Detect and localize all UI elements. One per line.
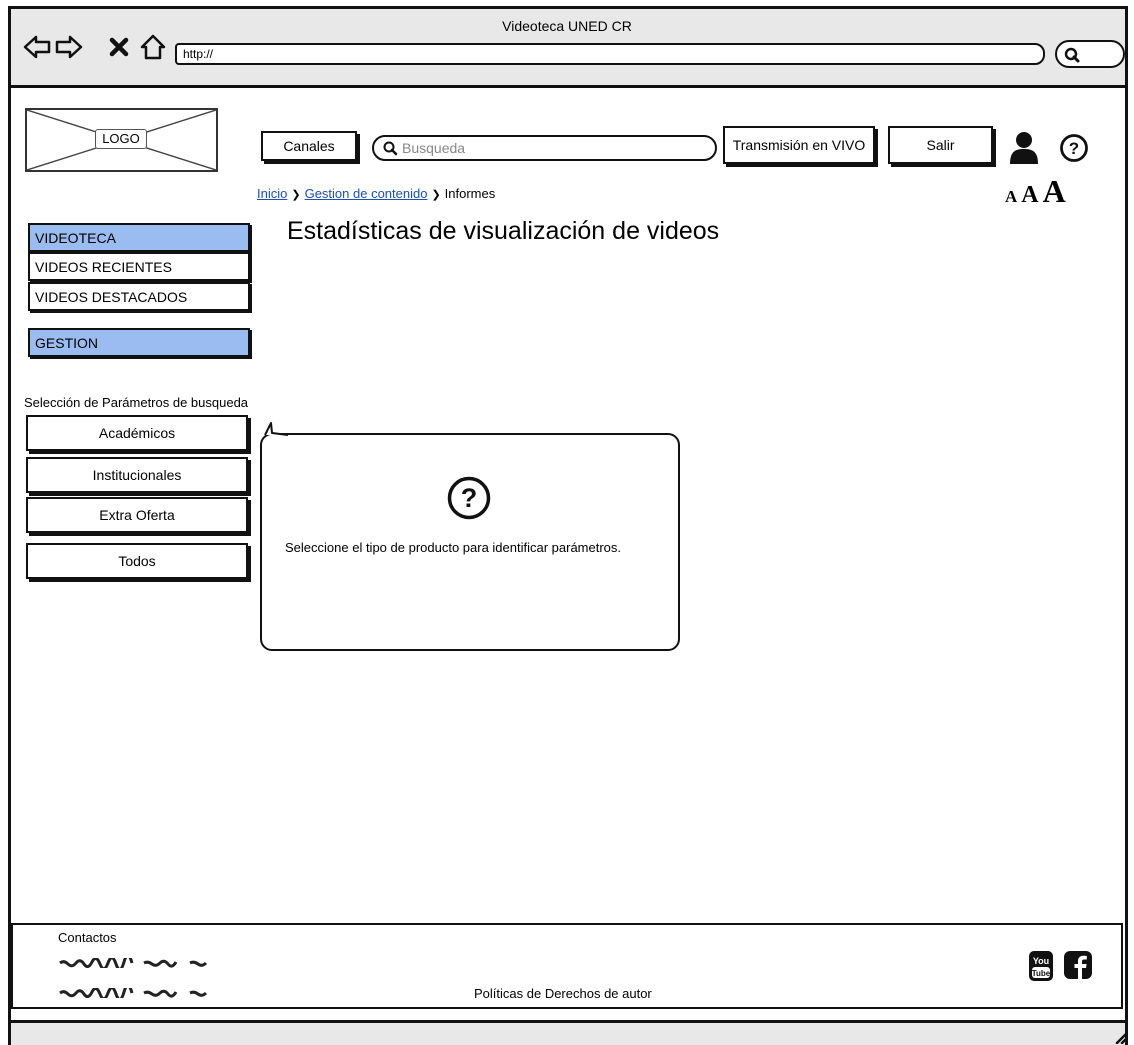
svg-text:Tube: Tube (1032, 969, 1051, 978)
status-bar (11, 1020, 1125, 1045)
todos-button[interactable]: Todos (26, 543, 248, 579)
svg-text:You: You (1033, 956, 1049, 966)
academicos-button[interactable]: Académicos (26, 415, 248, 451)
url-bar[interactable]: http:// (175, 43, 1045, 65)
forward-arrow-icon[interactable] (54, 33, 84, 61)
svg-text:?: ? (1069, 139, 1079, 158)
scribble-placeholder (59, 988, 208, 998)
browser-search-button[interactable] (1055, 40, 1125, 68)
page-title: Estadísticas de visualización de videos (287, 217, 720, 245)
callout-text: Seleccione el tipo de producto para iden… (285, 540, 622, 555)
sidebar-item-gestion[interactable]: GESTION (28, 328, 250, 357)
magnifier-icon (1064, 47, 1080, 63)
breadcrumb-link-gestion[interactable]: Gestion de contenido (305, 186, 428, 201)
chevron-right-icon: ❯ (431, 189, 441, 201)
home-icon[interactable] (138, 33, 168, 61)
help-icon[interactable]: ? (1059, 133, 1089, 163)
canales-button[interactable]: Canales (261, 131, 357, 161)
contactos-label: Contactos (58, 930, 117, 945)
sidebar-item-videos-destacados[interactable]: VIDEOS DESTACADOS (28, 282, 250, 311)
logo-label: LOGO (95, 129, 147, 149)
copyright-policies-link[interactable]: Políticas de Derechos de autor (474, 986, 652, 1001)
facebook-icon[interactable] (1063, 950, 1093, 980)
sidebar-item-videoteca[interactable]: VIDEOTECA (28, 223, 250, 252)
back-arrow-icon[interactable] (22, 33, 52, 61)
params-label: Selección de Parámetros de busqueda (24, 395, 249, 410)
breadcrumb-current: Informes (444, 186, 496, 201)
search-icon (383, 141, 398, 156)
breadcrumb-link-inicio[interactable]: Inicio (257, 186, 287, 201)
breadcrumb: Inicio ❯ Gestion de contenido ❯ Informes (257, 186, 495, 201)
svg-text:?: ? (461, 483, 478, 513)
chevron-right-icon: ❯ (291, 189, 301, 201)
institucionales-button[interactable]: Institucionales (26, 457, 248, 493)
sidebar-item-videos-recientes[interactable]: VIDEOS RECIENTES (28, 252, 250, 281)
resize-handle-icon[interactable] (1112, 1028, 1128, 1044)
search-input[interactable]: Busqueda (372, 135, 717, 161)
font-size-medium[interactable]: A (1021, 182, 1038, 208)
logout-button[interactable]: Salir (888, 126, 993, 164)
question-icon: ? (447, 476, 491, 520)
youtube-icon[interactable]: You Tube (1028, 950, 1054, 982)
scribble-placeholder (59, 958, 208, 968)
stop-x-icon[interactable] (107, 33, 131, 61)
font-size-controls: A A A (1005, 173, 1066, 210)
font-size-large[interactable]: A (1043, 173, 1066, 209)
extra-oferta-button[interactable]: Extra Oferta (26, 497, 248, 533)
user-icon[interactable] (1008, 131, 1040, 165)
callout-tail (264, 422, 289, 436)
window-title: Videoteca UNED CR (502, 18, 632, 34)
font-size-small[interactable]: A (1005, 187, 1017, 206)
live-transmission-button[interactable]: Transmisión en VIVO (723, 126, 875, 164)
